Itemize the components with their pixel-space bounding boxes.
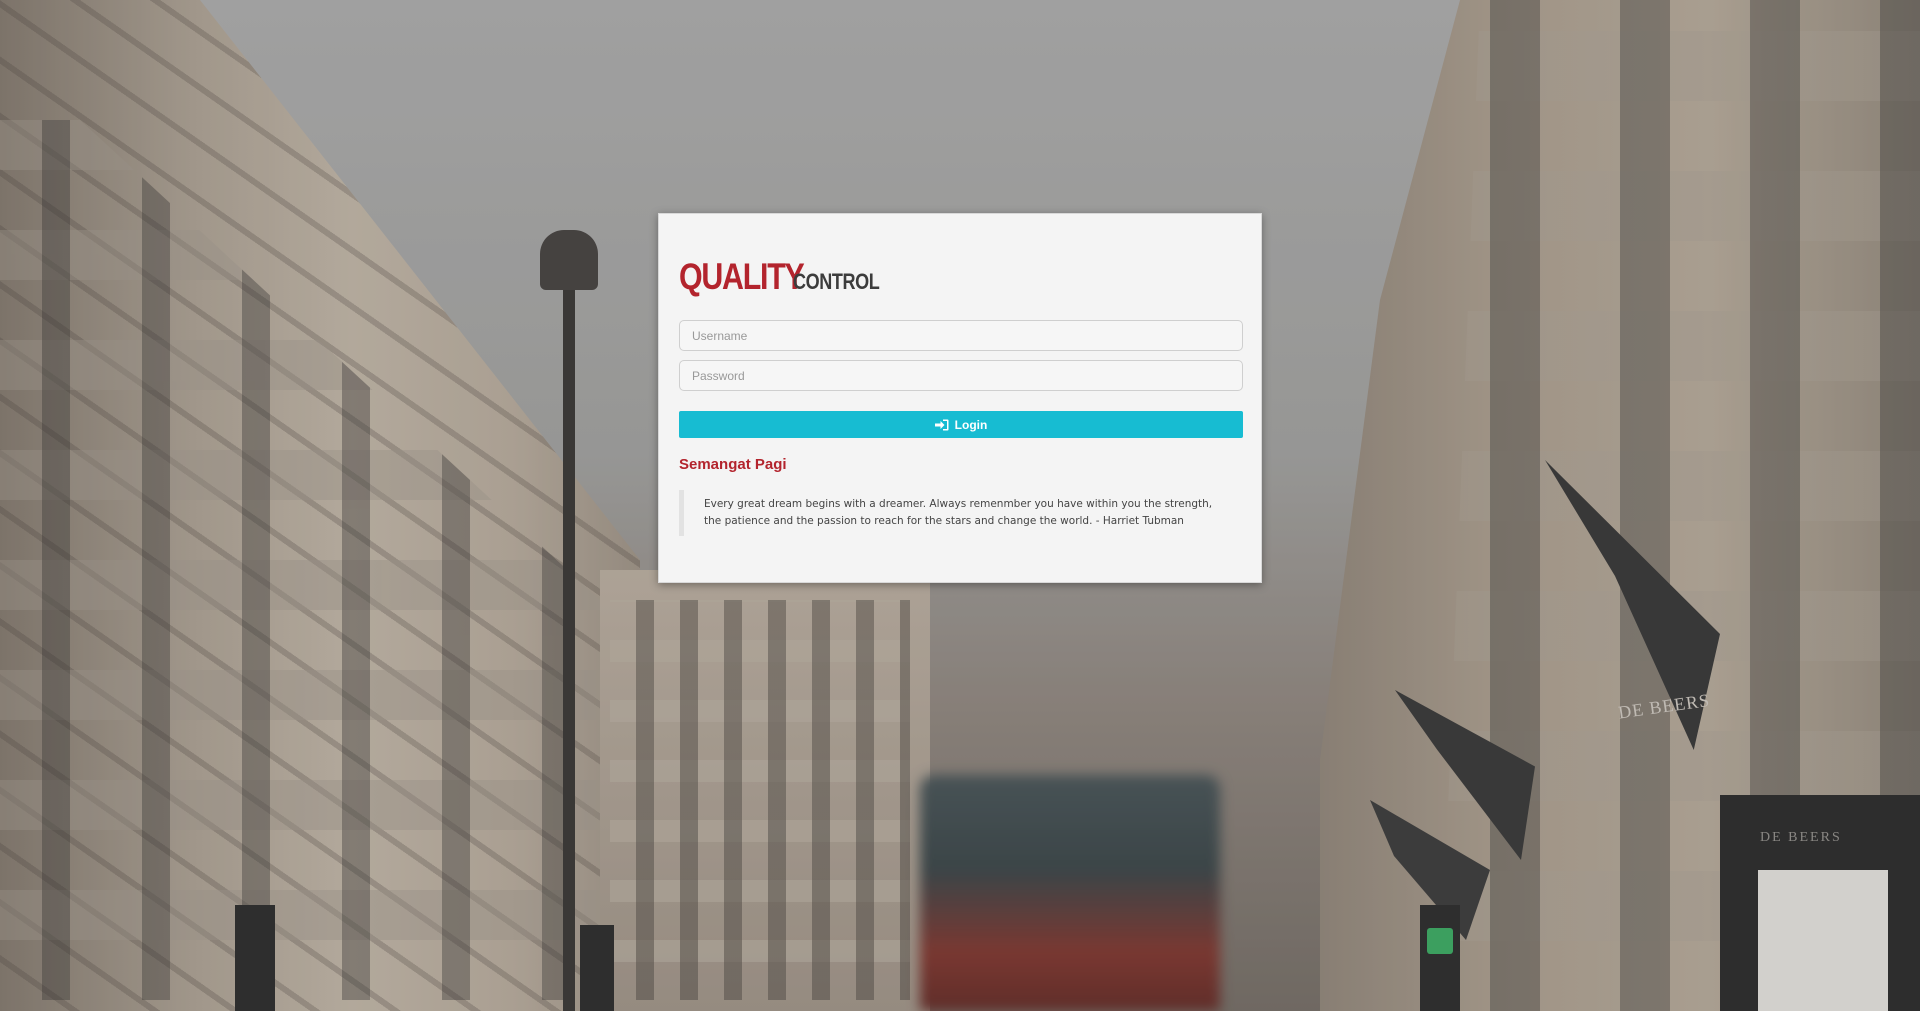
logo-control-text: CONTROL bbox=[793, 269, 880, 294]
greeting-title: Semangat Pagi bbox=[679, 456, 787, 473]
sign-in-icon bbox=[934, 419, 949, 430]
login-page: DE BEERS DE BEERS QUALITY CONTROL Login … bbox=[0, 0, 1920, 1011]
motivational-quote: Every great dream begins with a dreamer.… bbox=[679, 490, 1241, 536]
username-input[interactable] bbox=[679, 320, 1243, 351]
password-input[interactable] bbox=[679, 360, 1243, 391]
logo-quality-text: QUALITY bbox=[679, 256, 805, 297]
login-button[interactable]: Login bbox=[679, 411, 1243, 438]
app-logo: QUALITY CONTROL bbox=[679, 256, 1241, 300]
login-card: QUALITY CONTROL Login Semangat Pagi Ever… bbox=[658, 213, 1262, 583]
login-button-label: Login bbox=[954, 417, 988, 432]
